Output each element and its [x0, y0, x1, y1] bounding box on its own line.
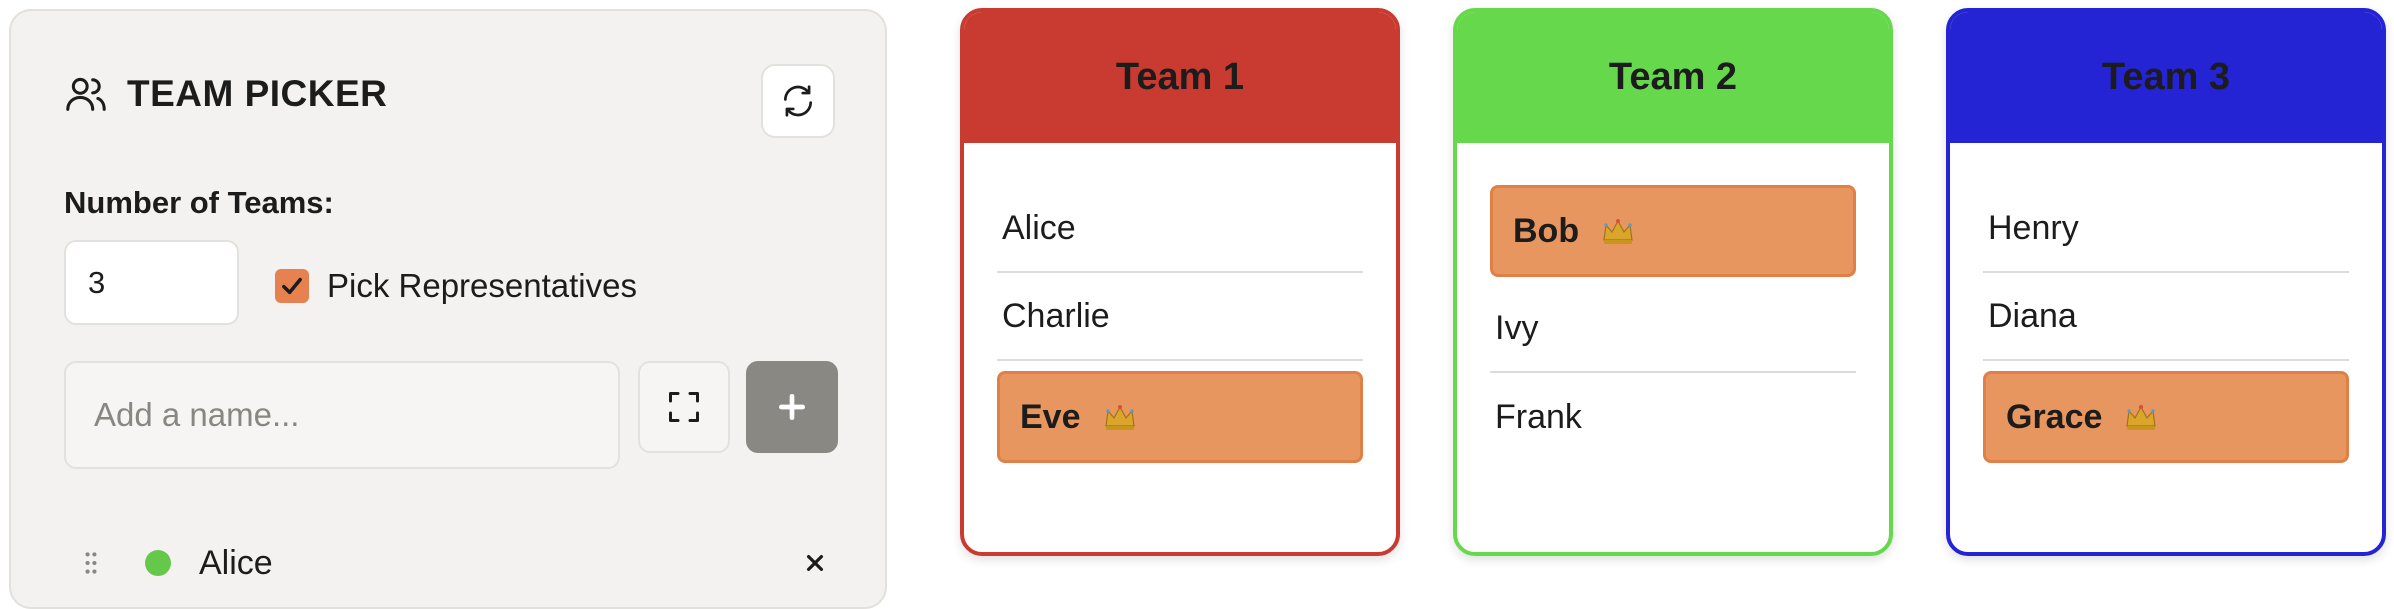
pick-representatives-checkbox[interactable] [275, 269, 309, 303]
panel-header: TEAM PICKER [63, 71, 387, 117]
team-card-1: Team 1 Alice Charlie Eve [960, 8, 1400, 556]
team-card-3: Team 3 Henry Diana Grace [1946, 8, 2386, 556]
team-representative[interactable]: Eve [997, 371, 1363, 463]
team-member[interactable]: Diana [1983, 273, 2349, 361]
refresh-button[interactable] [761, 64, 835, 138]
member-name: Alice [1002, 208, 1076, 247]
player-name: Alice [199, 543, 273, 582]
page-title: TEAM PICKER [127, 73, 388, 114]
team-member[interactable]: Ivy [1490, 285, 1856, 373]
scan-frame-icon [669, 392, 699, 422]
add-name-button[interactable] [746, 361, 838, 453]
member-name: Bob [1513, 211, 1580, 250]
pick-representatives-toggle[interactable]: Pick Representatives [275, 267, 637, 305]
close-icon [806, 554, 824, 572]
team-member-list: Bob Ivy Frank [1457, 143, 1889, 461]
pick-representatives-label: Pick Representatives [327, 267, 637, 304]
team-picker-panel: TEAM PICKER Number of Teams: Pick Repres… [9, 9, 887, 609]
team-member[interactable]: Charlie [997, 273, 1363, 361]
team-member-list: Henry Diana Grace [1950, 143, 2382, 463]
number-of-teams-input[interactable] [64, 240, 239, 325]
crown-icon [1103, 402, 1137, 432]
member-name: Frank [1495, 397, 1582, 436]
player-list-item[interactable]: Alice [81, 533, 841, 593]
team-header: Team 2 [1457, 12, 1889, 143]
plus-icon [779, 394, 805, 420]
member-name: Henry [1988, 208, 2079, 247]
member-name: Grace [2006, 397, 2103, 436]
team-representative[interactable]: Bob [1490, 185, 1856, 277]
crown-icon [1601, 216, 1635, 246]
add-name-input[interactable] [64, 361, 620, 469]
team-header: Team 3 [1950, 12, 2382, 143]
team-member[interactable]: Alice [997, 185, 1363, 273]
team-header: Team 1 [964, 12, 1396, 143]
team-member[interactable]: Henry [1983, 185, 2349, 273]
status-dot [145, 550, 171, 576]
number-of-teams-label: Number of Teams: [64, 185, 334, 220]
refresh-icon [783, 85, 813, 117]
drag-handle-icon[interactable] [81, 548, 101, 578]
team-representative[interactable]: Grace [1983, 371, 2349, 463]
team-member[interactable]: Frank [1490, 373, 1856, 461]
team-member-list: Alice Charlie Eve [964, 143, 1396, 463]
team-card-2: Team 2 Bob Ivy Frank [1453, 8, 1893, 556]
crown-icon [2124, 402, 2158, 432]
member-name: Eve [1020, 397, 1081, 436]
users-icon [66, 77, 106, 111]
scan-button[interactable] [638, 361, 730, 453]
member-name: Ivy [1495, 308, 1539, 347]
member-name: Charlie [1002, 296, 1110, 335]
checkmark-icon [282, 277, 302, 295]
remove-player-button[interactable] [799, 547, 831, 579]
member-name: Diana [1988, 296, 2077, 335]
